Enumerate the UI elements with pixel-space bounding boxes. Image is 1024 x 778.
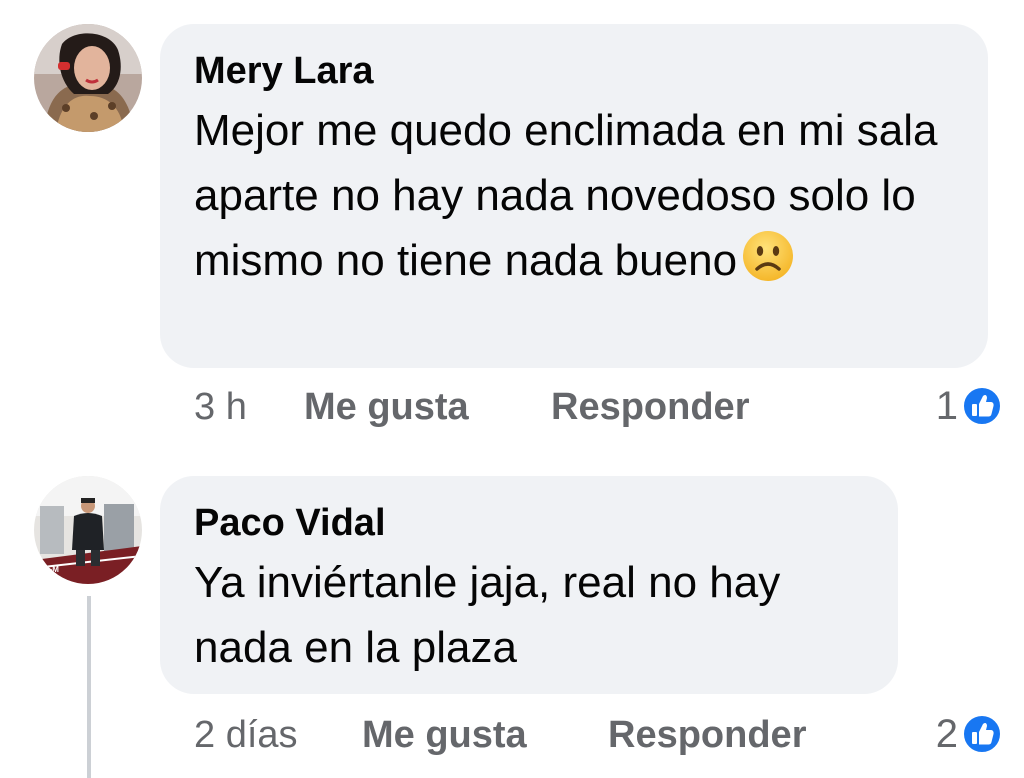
comment-actions: 2 días Me gusta Responder	[194, 714, 874, 760]
like-button[interactable]: Me gusta	[362, 714, 527, 757]
like-button[interactable]: Me gusta	[304, 386, 469, 429]
comment-text: Ya inviértanle jaja, real no hay nada en…	[194, 558, 781, 672]
thread-connector	[87, 596, 91, 778]
avatar-logo-text: SFM	[42, 565, 59, 574]
comment-bubble[interactable]: Mery Lara Mejor me quedo enclimada en mi…	[160, 24, 988, 368]
thumbs-up-icon	[962, 714, 1002, 754]
reply-button[interactable]: Responder	[608, 714, 806, 757]
reply-button[interactable]: Responder	[551, 386, 749, 429]
comment-author[interactable]: Mery Lara	[194, 48, 954, 94]
comment-text: Mejor me quedo enclimada en mi sala apar…	[194, 98, 954, 301]
timestamp[interactable]: 2 días	[194, 714, 298, 757]
comment-bubble[interactable]: Paco Vidal Ya inviértanle jaja, real no …	[160, 476, 898, 694]
reaction-summary[interactable]: 1	[900, 384, 1002, 430]
comment-actions: 3 h Me gusta Responder	[194, 386, 834, 432]
timestamp[interactable]: 3 h	[194, 386, 247, 429]
avatar[interactable]: SFM	[34, 476, 142, 584]
reaction-count: 2	[935, 712, 958, 756]
reaction-count: 1	[935, 384, 958, 428]
frowning-face-emoji-icon	[741, 229, 795, 301]
avatar[interactable]	[34, 24, 142, 132]
comment-author[interactable]: Paco Vidal	[194, 500, 864, 546]
thumbs-up-icon	[962, 386, 1002, 426]
reaction-summary[interactable]: 2	[900, 712, 1002, 758]
